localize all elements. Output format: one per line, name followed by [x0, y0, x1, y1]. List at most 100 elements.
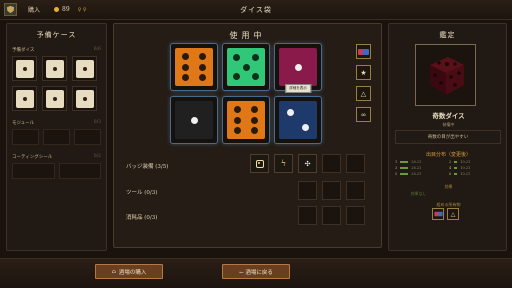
active-die-slot[interactable] [170, 43, 218, 91]
die-pip [294, 63, 302, 71]
stickers-count: 0/2 [93, 154, 101, 159]
die-pip [234, 127, 242, 135]
die-face [227, 48, 265, 86]
side-icon-column: ★ △ ∞ [356, 44, 371, 122]
die-pip [182, 63, 190, 71]
target-icon [255, 159, 264, 168]
die-pip [252, 73, 259, 80]
sparkle-icon: ✣ [304, 159, 311, 168]
active-die-slot[interactable] [170, 96, 218, 144]
dice-description: 奇数の目が出やすい [395, 130, 501, 144]
reserve-slot[interactable] [12, 86, 37, 111]
die-pip [242, 63, 250, 71]
reserve-slot[interactable] [42, 86, 67, 111]
badge-slot[interactable] [322, 154, 341, 173]
selected-die-preview [415, 44, 476, 106]
reserve-case-panel: 予備ケース 予備ダイス 6/6 モジュール 0/3 コーティングシール 0/2 [6, 23, 107, 251]
back-to-tavern-button[interactable]: ← 酒場に戻る [222, 264, 290, 279]
die-pip [198, 63, 206, 71]
dist-row: 2 10.21 [449, 160, 471, 164]
die-icon [15, 59, 34, 78]
reserve-slot[interactable] [72, 56, 97, 81]
die-face [279, 101, 317, 139]
triangle-icon[interactable]: △ [356, 86, 371, 101]
reserve-dice-label: 予備ダイス [12, 48, 35, 53]
stickers-header: コーティングシール 0/2 [7, 154, 106, 160]
badge-slots: ϟ ✣ [250, 154, 365, 173]
red-dice-icon [429, 57, 464, 95]
die-icon [75, 59, 94, 78]
tool-slot[interactable] [298, 181, 317, 200]
distribution-title: 出目分布（変更後） [425, 152, 471, 158]
reserve-slot[interactable] [72, 86, 97, 111]
die-pip [198, 52, 206, 60]
die-pip [182, 52, 190, 60]
die-pip [250, 105, 258, 113]
die-icon [45, 59, 64, 78]
die-pip [250, 127, 258, 135]
sticker-slot[interactable] [12, 163, 55, 179]
reserve-dice-count: 6/6 [93, 47, 101, 52]
die-pip [252, 54, 259, 61]
sticker-slot[interactable] [58, 163, 101, 179]
reserve-case-title: 予備ケース [36, 31, 77, 39]
die-pip [234, 105, 242, 113]
active-die-slot[interactable] [274, 96, 322, 144]
die-icon [45, 89, 64, 108]
die-pip [182, 74, 190, 82]
die-pip [234, 116, 242, 124]
consumable-slot[interactable] [298, 206, 317, 225]
bottom-bar: ⌂ 酒場の購入 ← 酒場に戻る [0, 258, 512, 288]
dist-row: 6 10.21 [449, 172, 471, 176]
die-face [227, 101, 265, 139]
compatible-items: △ [432, 208, 459, 220]
die-pip [198, 74, 206, 82]
modules-header: モジュール 0/3 [7, 120, 106, 126]
appraisal-title: 鑑定 [439, 31, 456, 39]
dist-row: 5 28.21 [395, 172, 422, 176]
reserve-slot[interactable] [42, 56, 67, 81]
module-slot[interactable] [74, 129, 101, 145]
die-pip [233, 54, 240, 61]
reserve-dice-header: 予備ダイス 6/6 [7, 47, 106, 53]
appraisal-panel: 鑑定 奇数ダイス 装備中 奇数の目が出やすい 出目分布（変更後） 1 28.21 … [388, 23, 507, 251]
active-die-slot[interactable] [222, 96, 270, 144]
die-pip [286, 108, 294, 116]
lock-icon: ⌂ [111, 268, 116, 275]
dist-row: 4 10.21 [449, 166, 471, 170]
module-slot[interactable] [43, 129, 70, 145]
consumable-slots [298, 206, 365, 225]
stickers-label: コーティングシール [12, 155, 53, 160]
effect-label: 効果 [444, 184, 453, 189]
dice-name: 奇数ダイス [432, 112, 465, 120]
dice-pair-icon[interactable] [432, 208, 444, 220]
details-tag[interactable]: 詳細を表示 [285, 84, 311, 93]
in-use-title: 使用中 [229, 31, 266, 40]
die-face [175, 101, 213, 139]
consumable-slot[interactable] [322, 206, 341, 225]
star-icon[interactable]: ★ [356, 65, 371, 80]
reserve-dice-grid [7, 56, 106, 111]
tavern-shop-button[interactable]: ⌂ 酒場の購入 [95, 264, 163, 279]
die-face [175, 48, 213, 86]
dist-row: 1 28.21 [395, 160, 422, 164]
module-slot[interactable] [12, 129, 39, 145]
die-pip [302, 124, 310, 132]
badge-slot[interactable] [346, 154, 365, 173]
badge-slot[interactable]: ϟ [274, 154, 293, 173]
badge-slot[interactable]: ✣ [298, 154, 317, 173]
reserve-slot[interactable] [12, 56, 37, 81]
modules-label: モジュール [12, 121, 35, 126]
tool-slot[interactable] [322, 181, 341, 200]
active-die-slot[interactable] [222, 43, 270, 91]
badge-slot[interactable] [250, 154, 269, 173]
consumables-label: 消耗品 (0/3) [126, 215, 158, 221]
die-icon [75, 89, 94, 108]
triangle-icon[interactable]: △ [447, 208, 459, 220]
die-pip [250, 116, 258, 124]
dice-pair-icon[interactable] [356, 44, 371, 59]
infinity-icon[interactable]: ∞ [356, 107, 371, 122]
active-die-slot[interactable]: 詳細を表示 [274, 43, 322, 93]
consumable-slot[interactable] [346, 206, 365, 225]
badge-equip-label: バッジ装備 (3/5) [126, 164, 169, 170]
